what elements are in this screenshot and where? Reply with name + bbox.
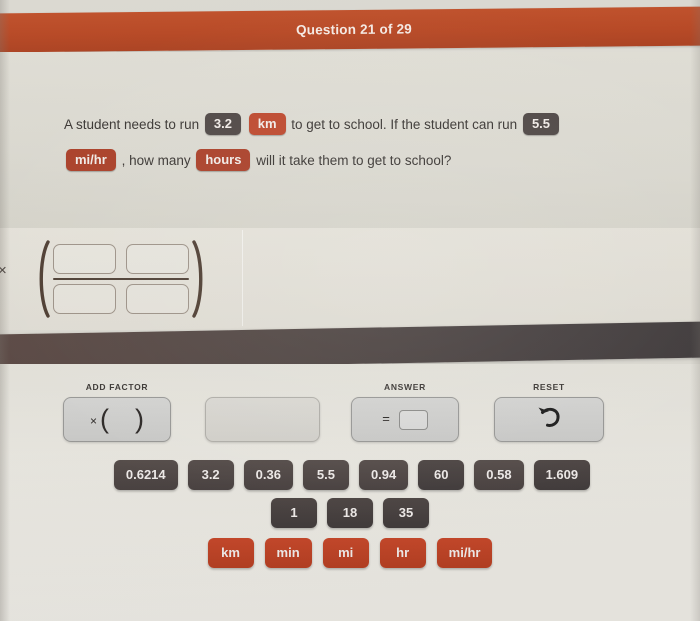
fraction-bar — [53, 277, 189, 281]
work-area: × — [0, 228, 700, 330]
numerator-slot-2[interactable] — [126, 243, 189, 274]
tool-tray: ADD FACTOR × ( ) ANSWER = RESET 0.6214 3… — [0, 364, 700, 621]
close-paren-icon — [191, 239, 208, 319]
reset-label: RESET — [533, 382, 565, 392]
tile-number[interactable]: 0.94 — [358, 460, 409, 490]
question-unit-target[interactable]: hours — [196, 149, 251, 172]
question-text: A student needs to run 3.2 km to get to … — [64, 107, 624, 179]
add-factor-label: ADD FACTOR — [85, 382, 149, 392]
tile-number[interactable]: 1.609 — [533, 460, 591, 490]
question-unit-speed[interactable]: mi/hr — [66, 149, 116, 172]
tile-unit[interactable]: hr — [379, 538, 426, 568]
add-factor-multiply-icon: × — [89, 413, 97, 428]
numerator-slot-1[interactable] — [53, 243, 116, 274]
blank-control — [205, 382, 320, 442]
tile-number[interactable]: 60 — [418, 460, 465, 490]
tile-number[interactable]: 35 — [383, 498, 429, 528]
tile-row-numbers-1: 0.6214 3.2 0.36 5.5 0.94 60 0.58 1.609 — [0, 460, 700, 490]
work-area-divider — [242, 230, 243, 326]
tile-bank: 0.6214 3.2 0.36 5.5 0.94 60 0.58 1.609 1… — [0, 460, 700, 576]
undo-arrow-icon — [534, 403, 564, 436]
question-value-speed[interactable]: 5.5 — [522, 113, 560, 136]
fraction-numerator — [53, 243, 189, 274]
answer-label: ANSWER — [384, 382, 426, 392]
tile-number[interactable]: 0.58 — [474, 460, 524, 490]
tile-unit[interactable]: mi — [322, 538, 369, 568]
question-part-1: A student needs to run — [64, 117, 200, 132]
multiply-icon: × — [0, 262, 7, 279]
tile-row-numbers-2: 1 18 35 — [0, 498, 700, 528]
question-part-3: , how many — [121, 153, 191, 168]
answer-slot[interactable] — [398, 409, 428, 430]
tile-number[interactable]: 0.6214 — [113, 460, 178, 490]
tile-number[interactable]: 1 — [271, 498, 317, 528]
question-counter-title: Question 21 of 29 — [295, 21, 413, 38]
question-unit-distance[interactable]: km — [248, 113, 286, 136]
fraction-denominator — [53, 284, 189, 315]
open-paren-icon — [34, 239, 51, 319]
denominator-slot-1[interactable] — [53, 284, 116, 315]
add-factor-close-paren-icon: ) — [135, 404, 144, 434]
answer-control: ANSWER = — [351, 382, 459, 442]
tile-row-units: km min mi hr mi/hr — [0, 538, 700, 568]
tile-number[interactable]: 3.2 — [187, 460, 234, 490]
add-factor-button[interactable]: × ( ) — [63, 397, 171, 442]
answer-button[interactable]: = — [351, 397, 459, 442]
reset-button[interactable] — [494, 397, 604, 442]
fraction — [51, 243, 191, 315]
control-row: ADD FACTOR × ( ) ANSWER = RESET — [0, 382, 700, 448]
tile-number[interactable]: 18 — [327, 498, 373, 528]
equals-icon: = — [382, 411, 390, 426]
tile-unit[interactable]: mi/hr — [436, 538, 493, 568]
tile-unit[interactable]: km — [207, 538, 254, 568]
add-factor-open-paren-icon: ( — [100, 404, 109, 434]
denominator-slot-2[interactable] — [126, 284, 189, 315]
question-part-4: will it take them to get to school? — [256, 153, 452, 168]
add-factor-control: ADD FACTOR × ( ) — [63, 382, 171, 442]
question-part-2: to get to school. If the student can run — [291, 117, 518, 132]
tile-number[interactable]: 5.5 — [302, 460, 349, 490]
question-value-distance[interactable]: 3.2 — [204, 113, 241, 136]
question-panel: A student needs to run 3.2 km to get to … — [0, 52, 700, 228]
blank-button[interactable] — [205, 397, 320, 442]
factor-expression: × — [0, 236, 208, 322]
tile-number[interactable]: 0.36 — [243, 460, 293, 490]
question-screen: Question 21 of 29 A student needs to run… — [0, 0, 700, 621]
tile-unit[interactable]: min — [264, 538, 312, 568]
reset-control: RESET — [494, 382, 604, 442]
header-bar: Question 21 of 29 — [0, 6, 700, 53]
